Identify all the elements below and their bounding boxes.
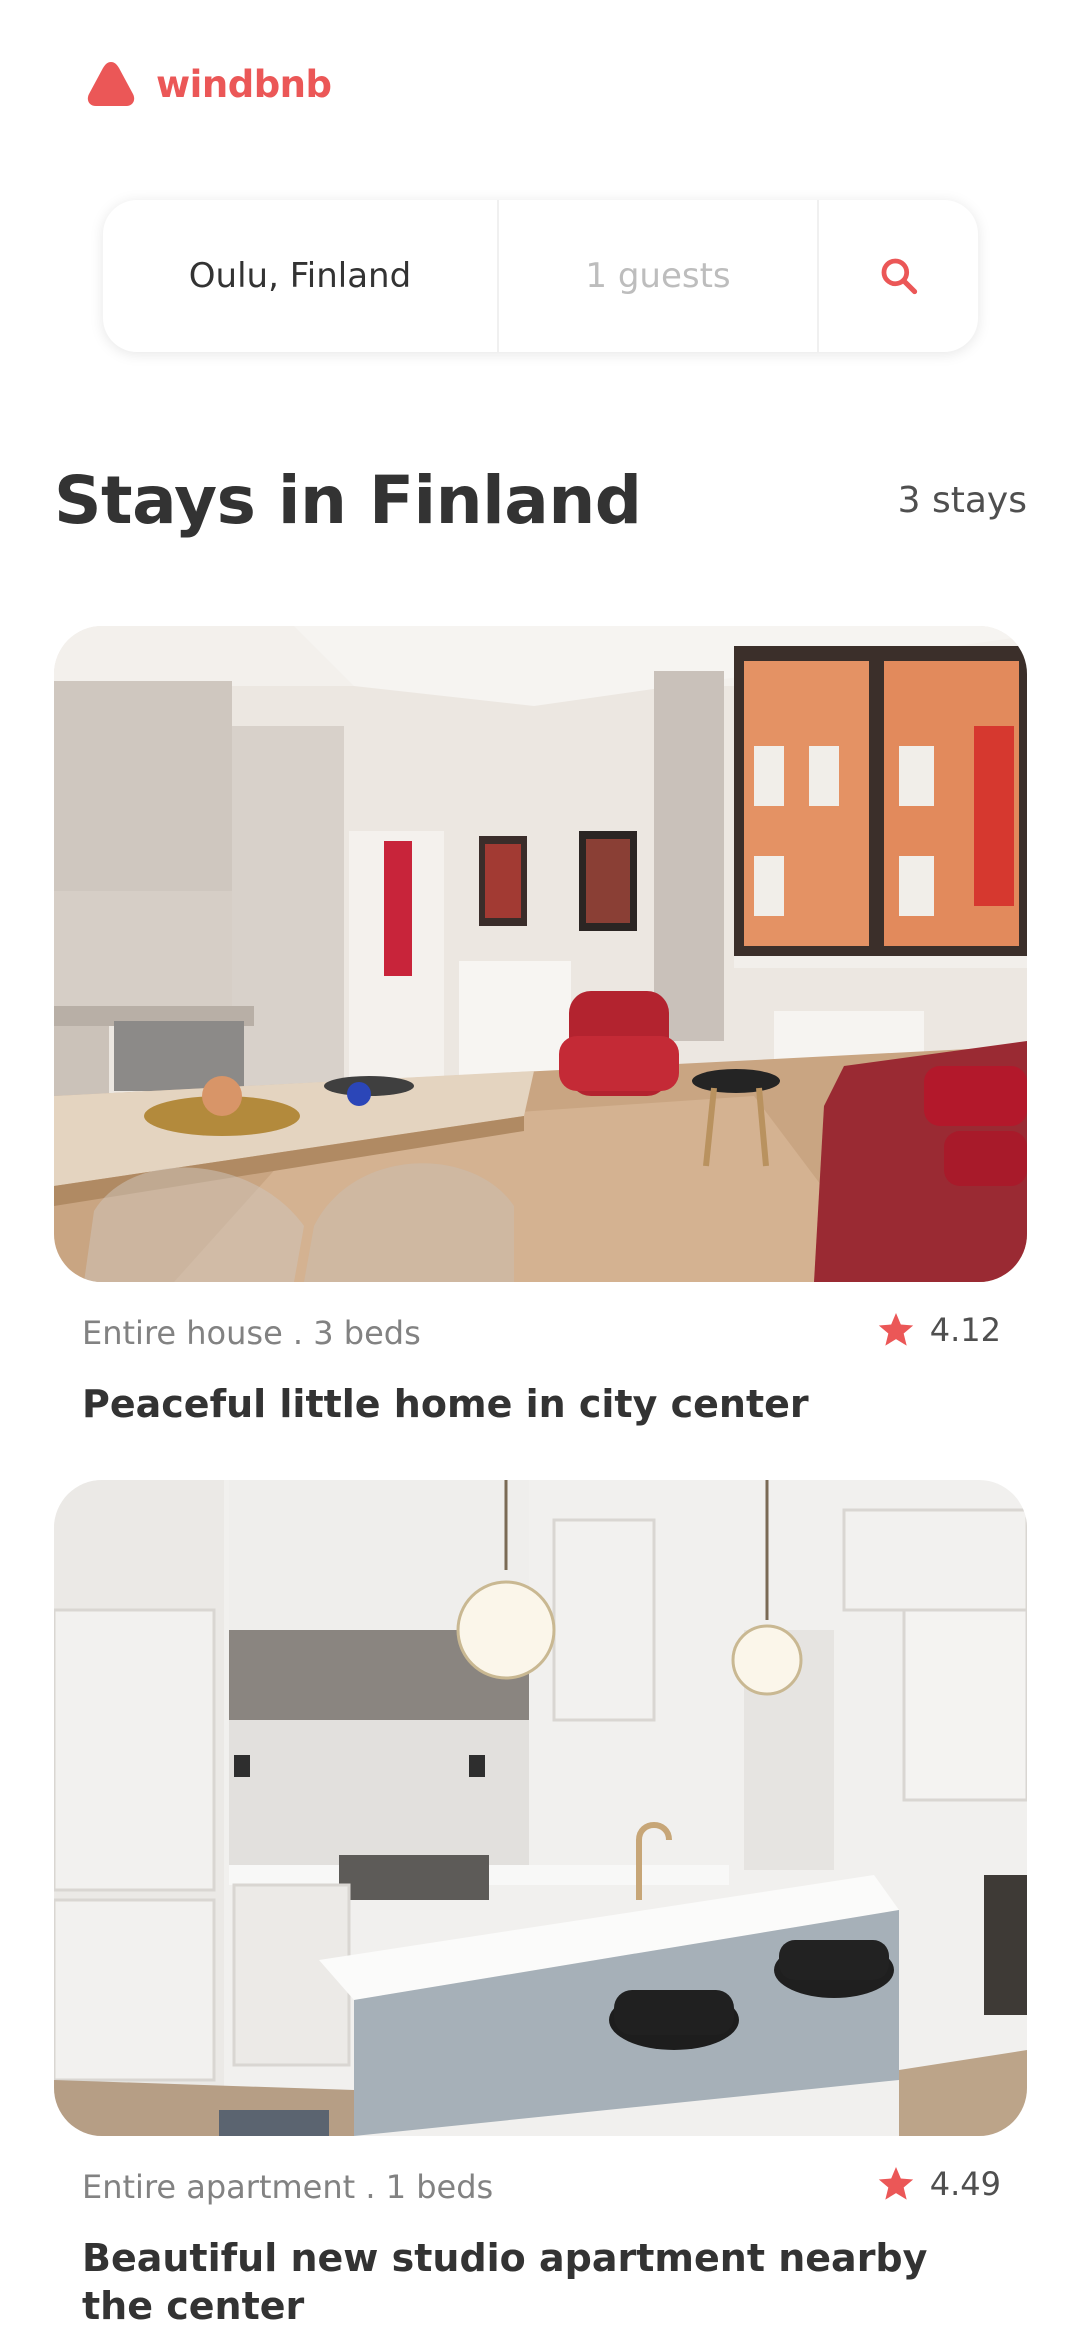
star-icon xyxy=(878,1313,913,1346)
brand-logo[interactable]: windbnb xyxy=(86,60,332,108)
search-bar: Oulu, Finland 1 guests xyxy=(103,200,978,352)
stay-meta: Entire apartment . 1 beds 4.49 xyxy=(54,2160,1027,2218)
rating-value: 4.12 xyxy=(929,1311,1001,1349)
rating-value: 4.49 xyxy=(929,2165,1001,2203)
living-room-photo[interactable] xyxy=(54,626,1027,1282)
stay-title[interactable]: Beautiful new studio apartment nearby th… xyxy=(82,2234,999,2330)
stays-count: 3 stays xyxy=(897,480,1027,521)
stay-card[interactable]: Entire house . 3 beds 4.12 Peaceful litt… xyxy=(54,626,1027,1428)
brand-name: windbnb xyxy=(156,62,332,106)
stay-card[interactable]: Entire apartment . 1 beds 4.49 Beautiful… xyxy=(54,1480,1027,2330)
location-field[interactable]: Oulu, Finland xyxy=(103,200,499,352)
search-icon xyxy=(881,258,917,295)
triangle-logo-icon xyxy=(87,62,135,106)
location-value: Oulu, Finland xyxy=(188,256,412,296)
guests-value: 1 guests xyxy=(585,256,731,296)
search-button[interactable] xyxy=(819,200,978,352)
guests-field[interactable]: 1 guests xyxy=(499,200,819,352)
stay-meta: Entire house . 3 beds 4.12 xyxy=(54,1306,1027,1364)
kitchen-photo[interactable] xyxy=(54,1480,1027,2136)
stay-type: Entire house . 3 beds xyxy=(82,1314,421,1352)
page-title: Stays in Finland xyxy=(54,462,642,539)
rating: 4.49 xyxy=(876,2164,1001,2204)
star-icon xyxy=(878,2167,913,2200)
stay-type: Entire apartment . 1 beds xyxy=(82,2168,494,2206)
stay-title[interactable]: Peaceful little home in city center xyxy=(82,1380,999,1428)
rating: 4.12 xyxy=(876,1310,1001,1350)
